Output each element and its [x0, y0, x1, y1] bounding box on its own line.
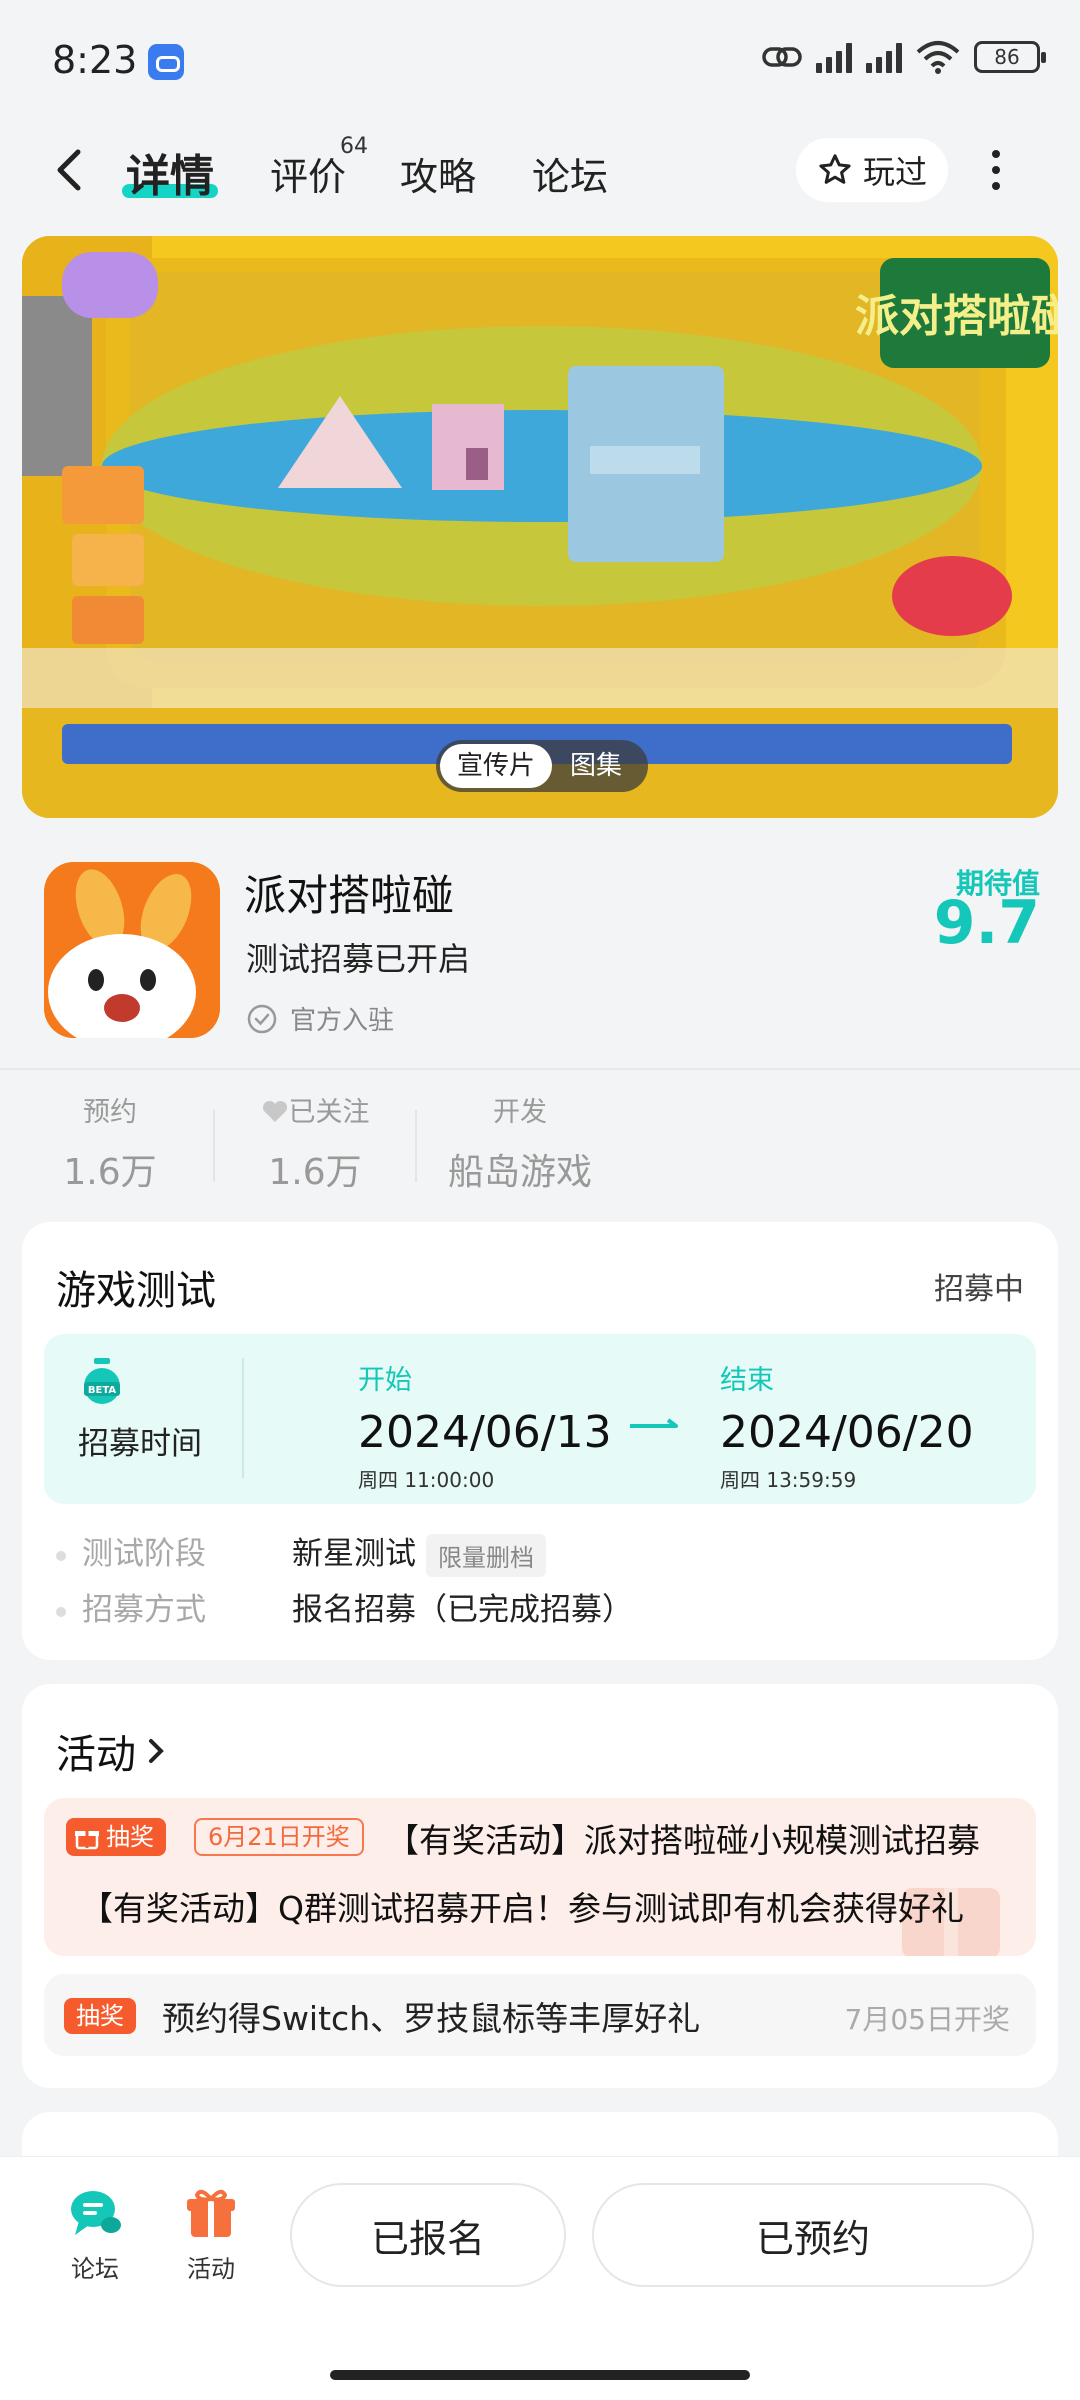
notification-app-icon	[148, 44, 184, 80]
end-date: 2024/06/20	[720, 1407, 974, 1458]
heart-icon	[262, 1100, 287, 1122]
promo-video-frame: 派对搭啦碰	[22, 236, 1058, 818]
gift-icon	[75, 1831, 99, 1850]
activity-main-subtitle: 【有奖活动】Q群测试招募开启！参与测试即有机会获得好礼	[80, 1889, 964, 1928]
game-title: 派对搭啦碰	[244, 871, 455, 920]
lottery-badge: 抽奖	[66, 1818, 166, 1856]
method-key: 招募方式	[82, 1592, 206, 1628]
chevron-right-icon	[149, 1739, 164, 1763]
stat-divider	[415, 1110, 417, 1182]
toggle-promo-video[interactable]: 宣传片	[440, 744, 552, 788]
status-time: 8:23	[52, 38, 138, 82]
beta-icon: BETA	[84, 1358, 120, 1404]
played-button[interactable]: 玩过	[796, 138, 948, 202]
method-value: 报名招募（已完成招募）	[292, 1592, 633, 1628]
info-row-stage: 测试阶段 新星测试 限量删档	[56, 1528, 546, 1577]
star-icon	[819, 154, 851, 184]
forum-button[interactable]: 论坛	[50, 2187, 140, 2284]
activity-card: 活动 抽奖 6月21日开奖 【有奖活动】派对搭啦碰小规模测试招募 【有奖活动】Q…	[22, 1684, 1058, 2088]
reviews-count-badge: 64	[340, 134, 368, 159]
more-options-icon[interactable]	[986, 150, 1006, 190]
stat-followers-value: 1.6万	[268, 1152, 362, 1193]
activity-item-main[interactable]: 抽奖 6月21日开奖 【有奖活动】派对搭啦碰小规模测试招募 【有奖活动】Q群测试…	[44, 1798, 1036, 1956]
back-icon[interactable]	[50, 146, 90, 194]
banner-logo-text: 派对搭啦碰	[855, 291, 1058, 342]
activity-main-title: 【有奖活动】派对搭啦碰小规模测试招募	[386, 1821, 980, 1860]
tab-reviews[interactable]: 评价	[270, 146, 346, 201]
expect-score: 9.7	[933, 888, 1040, 958]
stats-row: 预约 1.6万 已关注 1.6万 开发 船岛游戏	[0, 1090, 1080, 1200]
arrow-right-icon	[630, 1418, 678, 1428]
wifi-icon	[916, 41, 960, 74]
chat-bubble-icon	[71, 2191, 121, 2235]
stat-divider	[213, 1110, 215, 1182]
status-icons: 86	[762, 40, 1046, 74]
game-test-card: 游戏测试 招募中 BETA 招募时间 开始 2024/06/13 周四 11:0…	[22, 1222, 1058, 1660]
game-app-icon	[44, 862, 220, 1038]
link-icon	[762, 47, 802, 67]
lottery-badge: 抽奖	[64, 1998, 136, 2034]
stat-developer-value: 船岛游戏	[447, 1152, 592, 1193]
recruit-time-box: BETA 招募时间 开始 2024/06/13 周四 11:00:00 结束 2…	[44, 1334, 1036, 1504]
activity-second-text: 预约得Switch、罗技鼠标等丰厚好礼	[162, 1999, 701, 2038]
game-subtitle: 测试招募已开启	[246, 940, 471, 978]
stat-reservations: 预约 1.6万	[50, 1090, 170, 1195]
game-info: 派对搭啦碰 测试招募已开启 官方入驻 期待值 9.7	[0, 858, 1080, 1068]
gift-icon	[187, 2189, 235, 2237]
test-card-status: 招募中	[934, 1272, 1024, 1307]
stage-value: 新星测试	[292, 1536, 416, 1572]
end-detail: 周四 13:59:59	[720, 1468, 857, 1492]
activity-title: 活动	[56, 1732, 136, 1778]
activity-label: 活动	[187, 2255, 235, 2283]
test-card-title: 游戏测试	[56, 1268, 216, 1314]
draw-date-badge: 6月21日开奖	[194, 1818, 364, 1856]
tab-detail[interactable]: 详情	[126, 140, 214, 204]
bottom-action-bar: 论坛 活动 已报名 已预约	[0, 2156, 1080, 2400]
top-nav: 详情 评价 64 攻略 论坛 玩过	[0, 120, 1080, 220]
official-label: 官方入驻	[290, 1006, 395, 1036]
start-detail: 周四 11:00:00	[358, 1468, 495, 1492]
start-time: 开始 2024/06/13 周四 11:00:00	[358, 1358, 612, 1493]
stat-followers-label: 已关注	[288, 1097, 370, 1128]
end-label: 结束	[720, 1365, 774, 1396]
time-divider	[242, 1358, 244, 1478]
activity-second-date: 7月05日开奖	[844, 2003, 1010, 2036]
official-badge: 官方入驻	[246, 1000, 394, 1037]
media-toggle[interactable]: 宣传片 图集	[436, 740, 648, 792]
stat-developer-label: 开发	[493, 1097, 547, 1128]
stage-key: 测试阶段	[82, 1536, 206, 1572]
forum-label: 论坛	[71, 2255, 119, 2283]
signal-icon	[816, 41, 852, 73]
stat-developer[interactable]: 开发 船岛游戏	[440, 1090, 600, 1195]
stat-reservations-label: 预约	[83, 1097, 137, 1128]
end-time: 结束 2024/06/20 周四 13:59:59	[720, 1358, 974, 1493]
start-label: 开始	[358, 1365, 412, 1396]
start-date: 2024/06/13	[358, 1407, 612, 1458]
activity-item-second[interactable]: 抽奖 预约得Switch、罗技鼠标等丰厚好礼 7月05日开奖	[44, 1974, 1036, 2056]
signal-icon-2	[866, 41, 902, 73]
info-row-method: 招募方式 报名招募（已完成招募）	[56, 1584, 633, 1629]
tab-guides[interactable]: 攻略	[400, 146, 476, 201]
toggle-gallery[interactable]: 图集	[570, 744, 622, 788]
home-indicator[interactable]	[330, 2370, 750, 2380]
activity-button[interactable]: 活动	[166, 2187, 256, 2284]
played-label: 玩过	[862, 153, 927, 191]
battery-indicator: 86	[974, 41, 1046, 73]
recruit-time-label: 招募时间	[78, 1426, 202, 1462]
activity-header[interactable]: 活动	[56, 1722, 166, 1780]
stat-reservations-value: 1.6万	[63, 1152, 157, 1193]
status-bar: 8:23 86	[0, 0, 1080, 120]
reserved-button[interactable]: 已预约	[592, 2183, 1034, 2287]
svg-text:BETA: BETA	[88, 1385, 116, 1396]
stage-tag: 限量删档	[426, 1534, 546, 1577]
tab-forum[interactable]: 论坛	[532, 146, 608, 201]
media-banner[interactable]: 派对搭啦碰	[22, 236, 1058, 818]
check-circle-icon	[247, 1004, 277, 1033]
divider	[0, 1068, 1080, 1070]
signed-up-button[interactable]: 已报名	[290, 2183, 566, 2287]
stat-followers[interactable]: 已关注 1.6万	[240, 1090, 390, 1195]
